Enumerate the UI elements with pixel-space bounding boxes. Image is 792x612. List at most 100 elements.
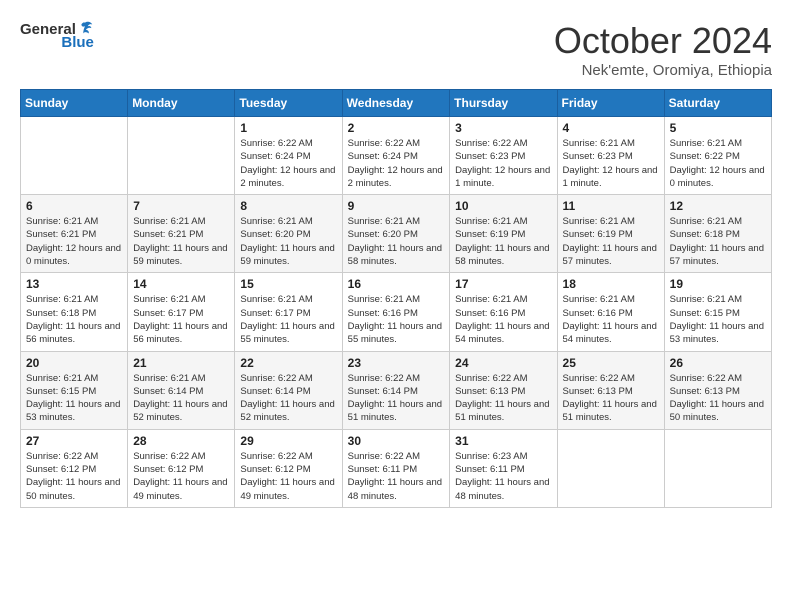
day-number: 2 xyxy=(348,121,445,135)
column-header-monday: Monday xyxy=(128,90,235,117)
day-info: Sunrise: 6:21 AM Sunset: 6:18 PM Dayligh… xyxy=(26,293,122,346)
day-number: 14 xyxy=(133,277,229,291)
calendar-cell: 15 Sunrise: 6:21 AM Sunset: 6:17 PM Dayli… xyxy=(235,273,342,351)
day-number: 31 xyxy=(455,434,551,448)
calendar-cell xyxy=(557,429,664,507)
calendar-cell: 8Sunrise: 6:21 AM Sunset: 6:20 PM Daylig… xyxy=(235,195,342,273)
calendar-cell: 29Sunrise: 6:22 AM Sunset: 6:12 PM Dayli… xyxy=(235,429,342,507)
day-info: Sunrise: 6:22 AM Sunset: 6:13 PM Dayligh… xyxy=(455,372,551,425)
calendar-cell: 27 Sunrise: 6:22 AM Sunset: 6:12 PM Dayli… xyxy=(21,429,128,507)
calendar-cell xyxy=(664,429,771,507)
day-info: Sunrise: 6:21 AM Sunset: 6:21 PM Dayligh… xyxy=(26,215,122,268)
day-info: Sunrise: 6:21 AM Sunset: 6:19 PM Dayligh… xyxy=(455,215,551,268)
day-info: Sunrise: 6:23 AM Sunset: 6:11 PM Dayligh… xyxy=(455,450,551,503)
day-number: 13 xyxy=(26,277,122,291)
calendar-cell: 1 Sunrise: 6:22 AM Sunset: 6:24 PM Daylig… xyxy=(235,117,342,195)
day-number: 26 xyxy=(670,356,766,370)
day-number: 6 xyxy=(26,199,122,213)
calendar-cell: 17Sunrise: 6:21 AM Sunset: 6:16 PM Dayli… xyxy=(450,273,557,351)
day-info: Sunrise: 6:21 AM Sunset: 6:20 PM Dayligh… xyxy=(240,215,336,268)
day-number: 25 xyxy=(563,356,659,370)
week-row-1: 1 Sunrise: 6:22 AM Sunset: 6:24 PM Daylig… xyxy=(21,117,772,195)
day-info: Sunrise: 6:22 AM Sunset: 6:12 PM Dayligh… xyxy=(133,450,229,503)
day-number: 30 xyxy=(348,434,445,448)
day-number: 27 xyxy=(26,434,122,448)
calendar-cell: 10 Sunrise: 6:21 AM Sunset: 6:19 PM Dayli… xyxy=(450,195,557,273)
day-number: 29 xyxy=(240,434,336,448)
logo: General Blue xyxy=(20,20,94,51)
day-number: 11 xyxy=(563,199,659,213)
day-number: 17 xyxy=(455,277,551,291)
calendar-cell: 26 Sunrise: 6:22 AM Sunset: 6:13 PM Dayli… xyxy=(664,351,771,429)
column-header-thursday: Thursday xyxy=(450,90,557,117)
day-info: Sunrise: 6:21 AM Sunset: 6:16 PM Dayligh… xyxy=(563,293,659,346)
calendar-cell: 18 Sunrise: 6:21 AM Sunset: 6:16 PM Dayli… xyxy=(557,273,664,351)
calendar-cell: 4 Sunrise: 6:21 AM Sunset: 6:23 PM Daylig… xyxy=(557,117,664,195)
day-number: 22 xyxy=(240,356,336,370)
calendar-cell: 9 Sunrise: 6:21 AM Sunset: 6:20 PM Daylig… xyxy=(342,195,450,273)
day-number: 18 xyxy=(563,277,659,291)
day-info: Sunrise: 6:21 AM Sunset: 6:22 PM Dayligh… xyxy=(670,137,766,190)
day-number: 21 xyxy=(133,356,229,370)
calendar-cell: 7Sunrise: 6:21 AM Sunset: 6:21 PM Daylig… xyxy=(128,195,235,273)
calendar-cell: 14 Sunrise: 6:21 AM Sunset: 6:17 PM Dayli… xyxy=(128,273,235,351)
day-info: Sunrise: 6:21 AM Sunset: 6:16 PM Dayligh… xyxy=(348,293,445,346)
day-number: 1 xyxy=(240,121,336,135)
day-number: 4 xyxy=(563,121,659,135)
month-title: October 2024 xyxy=(554,20,772,62)
day-info: Sunrise: 6:21 AM Sunset: 6:17 PM Dayligh… xyxy=(240,293,336,346)
day-number: 24 xyxy=(455,356,551,370)
day-number: 3 xyxy=(455,121,551,135)
day-info: Sunrise: 6:22 AM Sunset: 6:24 PM Dayligh… xyxy=(240,137,336,190)
day-number: 9 xyxy=(348,199,445,213)
day-number: 12 xyxy=(670,199,766,213)
calendar-cell: 30 Sunrise: 6:22 AM Sunset: 6:11 PM Dayli… xyxy=(342,429,450,507)
calendar-cell: 5Sunrise: 6:21 AM Sunset: 6:22 PM Daylig… xyxy=(664,117,771,195)
week-row-2: 6 Sunrise: 6:21 AM Sunset: 6:21 PM Daylig… xyxy=(21,195,772,273)
day-info: Sunrise: 6:22 AM Sunset: 6:14 PM Dayligh… xyxy=(240,372,336,425)
calendar-cell xyxy=(21,117,128,195)
day-number: 10 xyxy=(455,199,551,213)
calendar-cell: 21 Sunrise: 6:21 AM Sunset: 6:14 PM Dayli… xyxy=(128,351,235,429)
calendar-cell: 19 Sunrise: 6:21 AM Sunset: 6:15 PM Dayli… xyxy=(664,273,771,351)
day-info: Sunrise: 6:21 AM Sunset: 6:14 PM Dayligh… xyxy=(133,372,229,425)
day-info: Sunrise: 6:21 AM Sunset: 6:15 PM Dayligh… xyxy=(26,372,122,425)
calendar-cell: 16 Sunrise: 6:21 AM Sunset: 6:16 PM Dayli… xyxy=(342,273,450,351)
day-info: Sunrise: 6:22 AM Sunset: 6:13 PM Dayligh… xyxy=(563,372,659,425)
day-number: 16 xyxy=(348,277,445,291)
calendar-cell: 3 Sunrise: 6:22 AM Sunset: 6:23 PM Daylig… xyxy=(450,117,557,195)
calendar-cell: 23Sunrise: 6:22 AM Sunset: 6:14 PM Dayli… xyxy=(342,351,450,429)
column-header-tuesday: Tuesday xyxy=(235,90,342,117)
day-info: Sunrise: 6:21 AM Sunset: 6:19 PM Dayligh… xyxy=(563,215,659,268)
day-info: Sunrise: 6:22 AM Sunset: 6:14 PM Dayligh… xyxy=(348,372,445,425)
day-info: Sunrise: 6:22 AM Sunset: 6:13 PM Dayligh… xyxy=(670,372,766,425)
calendar-header-row: SundayMondayTuesdayWednesdayThursdayFrid… xyxy=(21,90,772,117)
calendar-cell: 22 Sunrise: 6:22 AM Sunset: 6:14 PM Dayli… xyxy=(235,351,342,429)
title-block: October 2024 Nek'emte, Oromiya, Ethiopia xyxy=(554,20,772,79)
day-info: Sunrise: 6:21 AM Sunset: 6:23 PM Dayligh… xyxy=(563,137,659,190)
calendar-cell xyxy=(128,117,235,195)
calendar-cell: 2Sunrise: 6:22 AM Sunset: 6:24 PM Daylig… xyxy=(342,117,450,195)
day-info: Sunrise: 6:21 AM Sunset: 6:15 PM Dayligh… xyxy=(670,293,766,346)
day-info: Sunrise: 6:22 AM Sunset: 6:11 PM Dayligh… xyxy=(348,450,445,503)
day-info: Sunrise: 6:22 AM Sunset: 6:12 PM Dayligh… xyxy=(26,450,122,503)
calendar-cell: 12 Sunrise: 6:21 AM Sunset: 6:18 PM Dayli… xyxy=(664,195,771,273)
day-info: Sunrise: 6:22 AM Sunset: 6:23 PM Dayligh… xyxy=(455,137,551,190)
logo-blue: Blue xyxy=(61,34,94,51)
column-header-wednesday: Wednesday xyxy=(342,90,450,117)
calendar-cell: 28Sunrise: 6:22 AM Sunset: 6:12 PM Dayli… xyxy=(128,429,235,507)
week-row-4: 20Sunrise: 6:21 AM Sunset: 6:15 PM Dayli… xyxy=(21,351,772,429)
location: Nek'emte, Oromiya, Ethiopia xyxy=(554,62,772,79)
day-number: 19 xyxy=(670,277,766,291)
calendar-cell: 24 Sunrise: 6:22 AM Sunset: 6:13 PM Dayli… xyxy=(450,351,557,429)
column-header-friday: Friday xyxy=(557,90,664,117)
calendar-cell: 11 Sunrise: 6:21 AM Sunset: 6:19 PM Dayli… xyxy=(557,195,664,273)
calendar-table: SundayMondayTuesdayWednesdayThursdayFrid… xyxy=(20,89,772,508)
day-info: Sunrise: 6:21 AM Sunset: 6:18 PM Dayligh… xyxy=(670,215,766,268)
day-info: Sunrise: 6:21 AM Sunset: 6:21 PM Dayligh… xyxy=(133,215,229,268)
day-info: Sunrise: 6:21 AM Sunset: 6:17 PM Dayligh… xyxy=(133,293,229,346)
calendar-cell: 25 Sunrise: 6:22 AM Sunset: 6:13 PM Dayli… xyxy=(557,351,664,429)
day-number: 15 xyxy=(240,277,336,291)
day-info: Sunrise: 6:21 AM Sunset: 6:20 PM Dayligh… xyxy=(348,215,445,268)
week-row-5: 27 Sunrise: 6:22 AM Sunset: 6:12 PM Dayli… xyxy=(21,429,772,507)
